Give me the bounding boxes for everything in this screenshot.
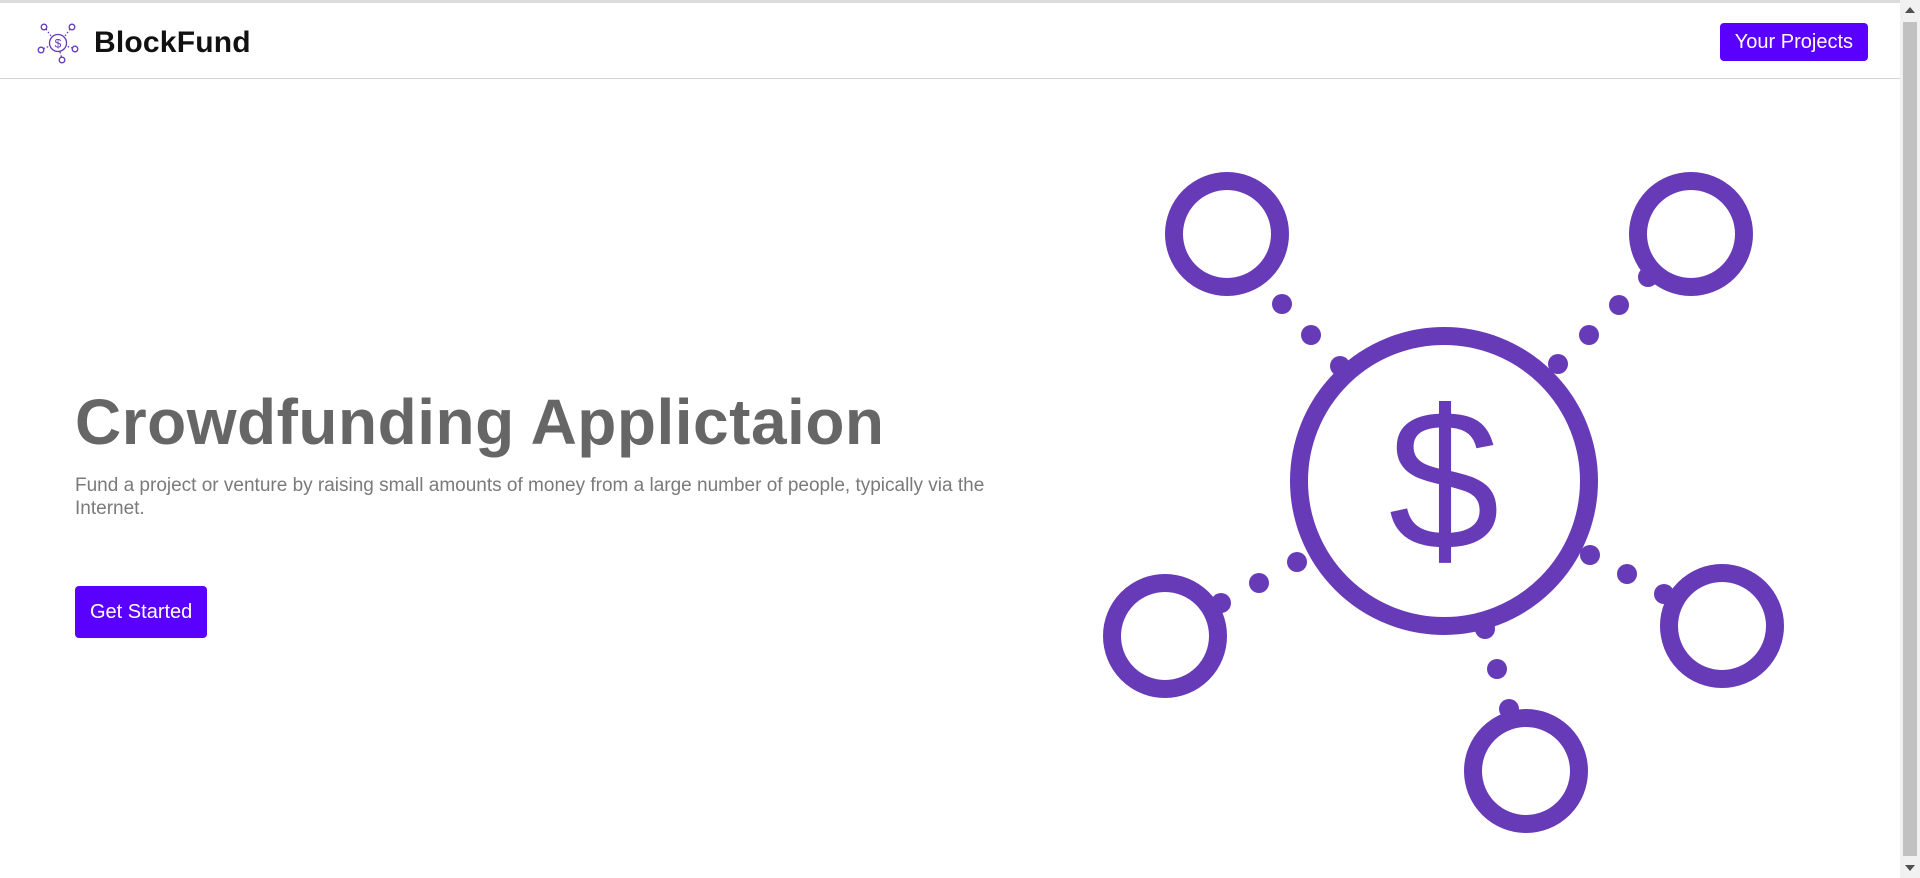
- node-bottom: [1464, 709, 1588, 833]
- vertical-scrollbar[interactable]: [1900, 0, 1920, 878]
- node-right: [1660, 564, 1784, 688]
- navbar: $ BlockFund Your Projects: [0, 3, 1900, 79]
- network-dollar-icon: $: [1103, 172, 1784, 833]
- get-started-button[interactable]: Get Started: [75, 586, 208, 638]
- page: $ BlockFund Your Projects Crowdfunding A…: [0, 0, 1920, 878]
- your-projects-button[interactable]: Your Projects: [1719, 23, 1868, 61]
- brand-logo-glyph: $: [55, 37, 62, 51]
- scroll-thumb[interactable]: [1903, 22, 1917, 856]
- scroll-down-arrow-icon[interactable]: [1905, 865, 1915, 871]
- brand-name: BlockFund: [94, 26, 251, 59]
- hero-subtitle: Fund a project or venture by raising sma…: [75, 475, 985, 519]
- hero-title: Crowdfunding Applictaion: [75, 386, 885, 458]
- network-dollar-logo-icon: $: [37, 23, 79, 64]
- hero-section: Crowdfunding Applictaion Fund a project …: [75, 380, 995, 638]
- dollar-glyph: $: [1388, 369, 1499, 592]
- node-top-left: [1165, 172, 1289, 296]
- scroll-up-arrow-icon[interactable]: [1905, 7, 1915, 13]
- node-left: [1103, 574, 1227, 698]
- brand-link[interactable]: $ BlockFund: [36, 19, 251, 67]
